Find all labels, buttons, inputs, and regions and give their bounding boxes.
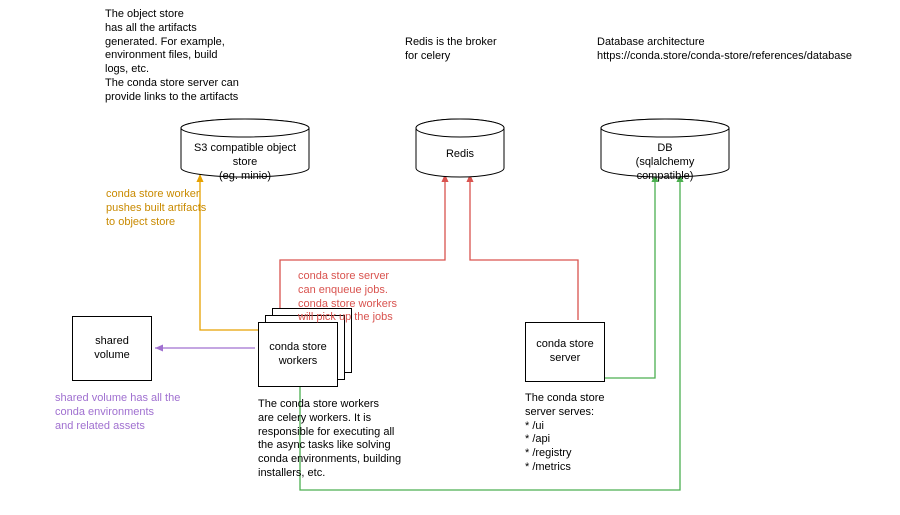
workers-desc: The conda store workers are celery worke… — [258, 398, 443, 481]
redis-desc: Redis is the broker for celery — [405, 36, 545, 64]
redis-label: Redis — [446, 148, 474, 160]
db-desc: Database architecture https://conda.stor… — [597, 36, 900, 64]
redis-cylinder: Redis — [415, 118, 505, 178]
shared-volume-label-2: volume — [94, 349, 129, 361]
object-store-cylinder: S3 compatible object store (eg. minio) — [180, 118, 310, 178]
object-store-desc: The object store has all the artifacts g… — [105, 8, 275, 104]
workers-label-2: workers — [279, 355, 318, 367]
workers-label-1: conda store — [269, 341, 326, 353]
db-label-3: compatible) — [637, 170, 694, 182]
shared-volume-node: shared volume — [72, 316, 152, 381]
server-label-1: conda store — [536, 338, 593, 350]
db-label-2: (sqlalchemy — [636, 156, 695, 168]
object-store-label-1: S3 compatible object — [194, 142, 296, 154]
server-node: conda store server — [525, 322, 605, 382]
object-store-label-2: store — [233, 156, 257, 168]
shared-volume-label-1: shared — [95, 335, 129, 347]
queue-desc: conda store server can enqueue jobs. con… — [298, 270, 448, 325]
artifacts-arrow-label: conda store worker pushes built artifact… — [106, 188, 236, 229]
shared-volume-desc: shared volume has all the conda environm… — [55, 392, 215, 433]
db-label-1: DB — [657, 142, 672, 154]
server-label-2: server — [550, 352, 581, 364]
db-cylinder: DB (sqlalchemy compatible) — [600, 118, 730, 178]
server-desc: The conda store server serves: * /ui * /… — [525, 392, 645, 475]
object-store-label-3: (eg. minio) — [219, 170, 271, 182]
workers-node: conda store workers — [258, 322, 338, 387]
